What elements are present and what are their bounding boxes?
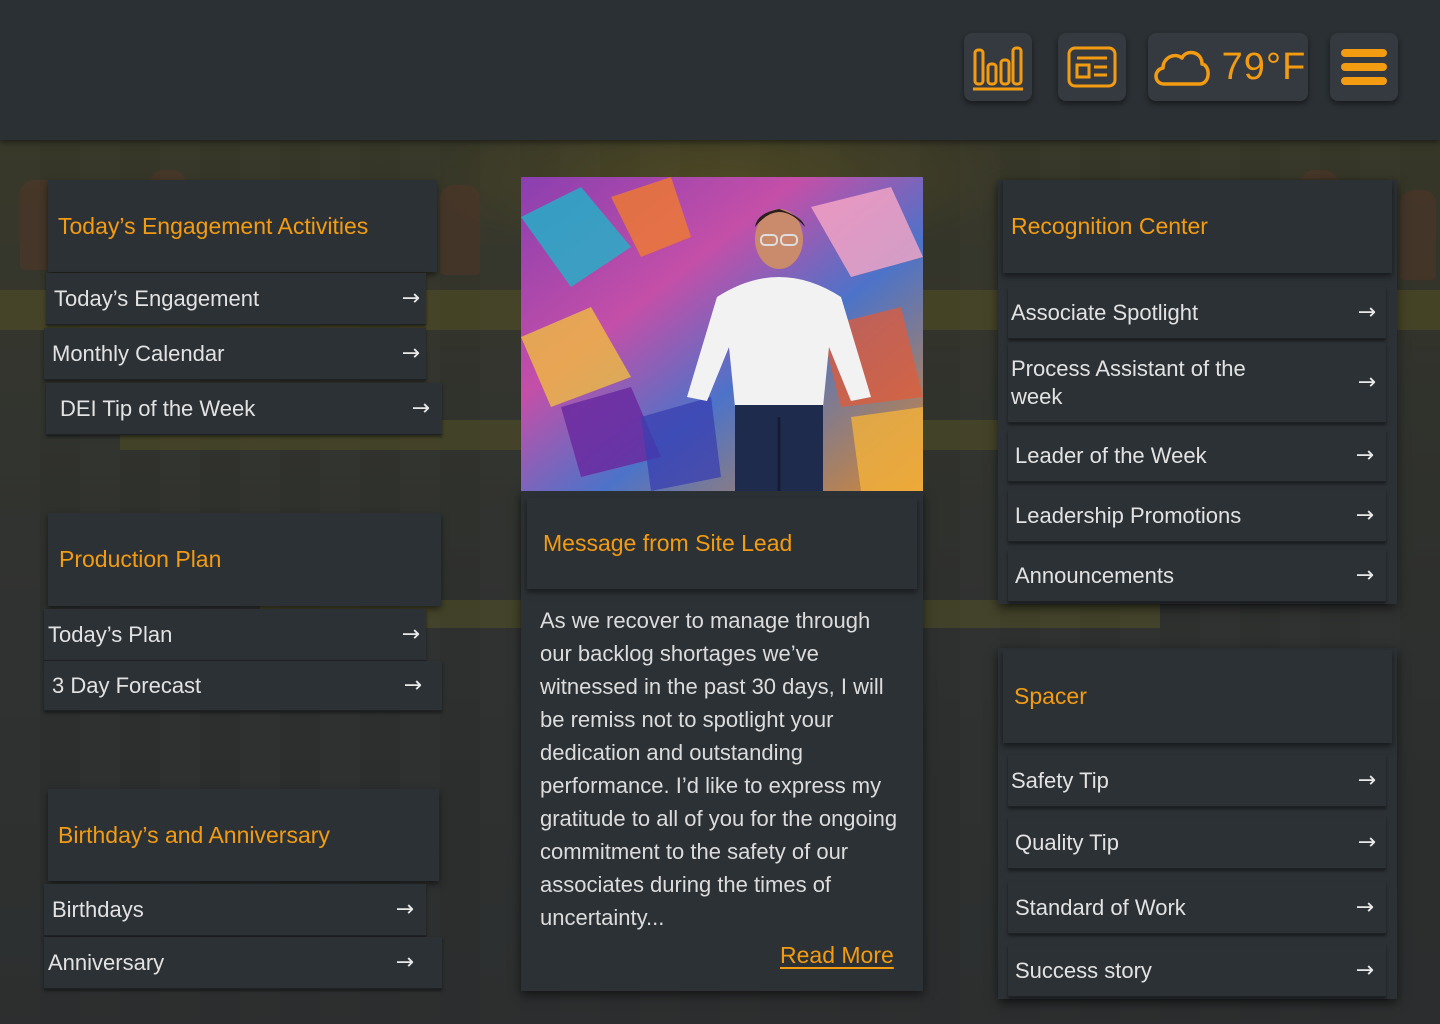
arrow-right-icon: → <box>1357 370 1376 395</box>
link-birthdays[interactable]: Birthdays → <box>44 884 426 936</box>
arrow-right-icon: → <box>411 396 430 421</box>
bar-chart-icon <box>972 42 1024 92</box>
link-anniversary[interactable]: Anniversary → <box>44 937 442 989</box>
link-leader-of-week[interactable]: Leader of the Week → <box>1008 430 1386 482</box>
link-success-story[interactable]: Success story → <box>1008 945 1386 997</box>
arrow-right-icon: → <box>1355 503 1374 528</box>
link-label: Announcements <box>1015 562 1174 588</box>
link-associate-spotlight[interactable]: Associate Spotlight → <box>1008 287 1386 339</box>
link-label: Leader of the Week <box>1015 442 1207 468</box>
link-todays-engagement[interactable]: Today’s Engagement → <box>46 273 426 325</box>
arrow-right-icon: → <box>1357 300 1376 325</box>
temperature-readout: 79°F <box>1221 45 1307 88</box>
arrow-right-icon: → <box>395 897 414 922</box>
link-quality-tip[interactable]: Quality Tip → <box>1008 817 1386 869</box>
link-label: Birthdays <box>52 896 144 922</box>
site-lead-photo <box>521 177 923 491</box>
arrow-right-icon: → <box>1355 958 1374 983</box>
link-monthly-calendar[interactable]: Monthly Calendar → <box>44 328 426 380</box>
arrow-right-icon: → <box>1357 768 1376 793</box>
link-label: 3 Day Forecast <box>52 672 202 698</box>
stats-button[interactable] <box>964 33 1032 101</box>
link-label: Standard of Work <box>1015 894 1186 920</box>
message-body: As we recover to manage through our back… <box>540 608 898 930</box>
link-standard-of-work[interactable]: Standard of Work → <box>1008 882 1386 934</box>
arrow-right-icon: → <box>1355 563 1374 588</box>
link-todays-plan[interactable]: Today’s Plan → <box>44 609 426 661</box>
link-label: Associate Spotlight <box>1011 299 1199 325</box>
link-process-assistant[interactable]: Process Assistant of the week → <box>1008 343 1386 423</box>
engagement-title: Today’s Engagement Activities <box>48 180 437 272</box>
link-label: Process Assistant of the week <box>1011 355 1246 409</box>
arrow-right-icon: → <box>401 286 420 311</box>
link-announcements[interactable]: Announcements → <box>1008 550 1386 602</box>
spacer-title: Spacer <box>1003 650 1392 743</box>
link-label: Today’s Engagement <box>54 285 260 311</box>
newspaper-icon <box>1067 46 1117 88</box>
hamburger-menu-icon <box>1341 48 1387 86</box>
link-label: Today’s Plan <box>48 621 173 647</box>
top-bar: 79°F <box>0 0 1440 140</box>
arrow-right-icon: → <box>395 950 414 975</box>
production-title: Production Plan <box>48 513 441 606</box>
link-leadership-promotions[interactable]: Leadership Promotions → <box>1008 490 1386 542</box>
arrow-right-icon: → <box>1357 830 1376 855</box>
link-dei-tip[interactable]: DEI Tip of the Week → <box>46 383 442 435</box>
link-3-day-forecast[interactable]: 3 Day Forecast → <box>44 661 442 711</box>
link-label: Safety Tip <box>1011 767 1109 793</box>
link-label: Quality Tip <box>1015 829 1119 855</box>
arrow-right-icon: → <box>401 622 420 647</box>
link-safety-tip[interactable]: Safety Tip → <box>1008 755 1386 807</box>
arrow-right-icon: → <box>401 341 420 366</box>
recognition-title: Recognition Center <box>1003 180 1392 273</box>
link-label: Anniversary <box>48 949 165 975</box>
arrow-right-icon: → <box>1355 895 1374 920</box>
message-title: Message from Site Lead <box>527 498 917 589</box>
weather-widget[interactable]: 79°F <box>1148 33 1308 101</box>
read-more-link[interactable]: Read More <box>780 942 894 969</box>
cloud-icon <box>1150 46 1212 88</box>
arrow-right-icon: → <box>403 673 422 698</box>
menu-button[interactable] <box>1330 33 1398 101</box>
news-button[interactable] <box>1058 33 1126 101</box>
arrow-right-icon: → <box>1355 443 1374 468</box>
link-label: Success story <box>1015 957 1152 983</box>
link-label: DEI Tip of the Week <box>60 395 256 421</box>
link-label: Leadership Promotions <box>1015 502 1242 528</box>
birthdays-title: Birthday’s and Anniversary <box>48 789 439 881</box>
link-label: Monthly Calendar <box>52 340 225 366</box>
